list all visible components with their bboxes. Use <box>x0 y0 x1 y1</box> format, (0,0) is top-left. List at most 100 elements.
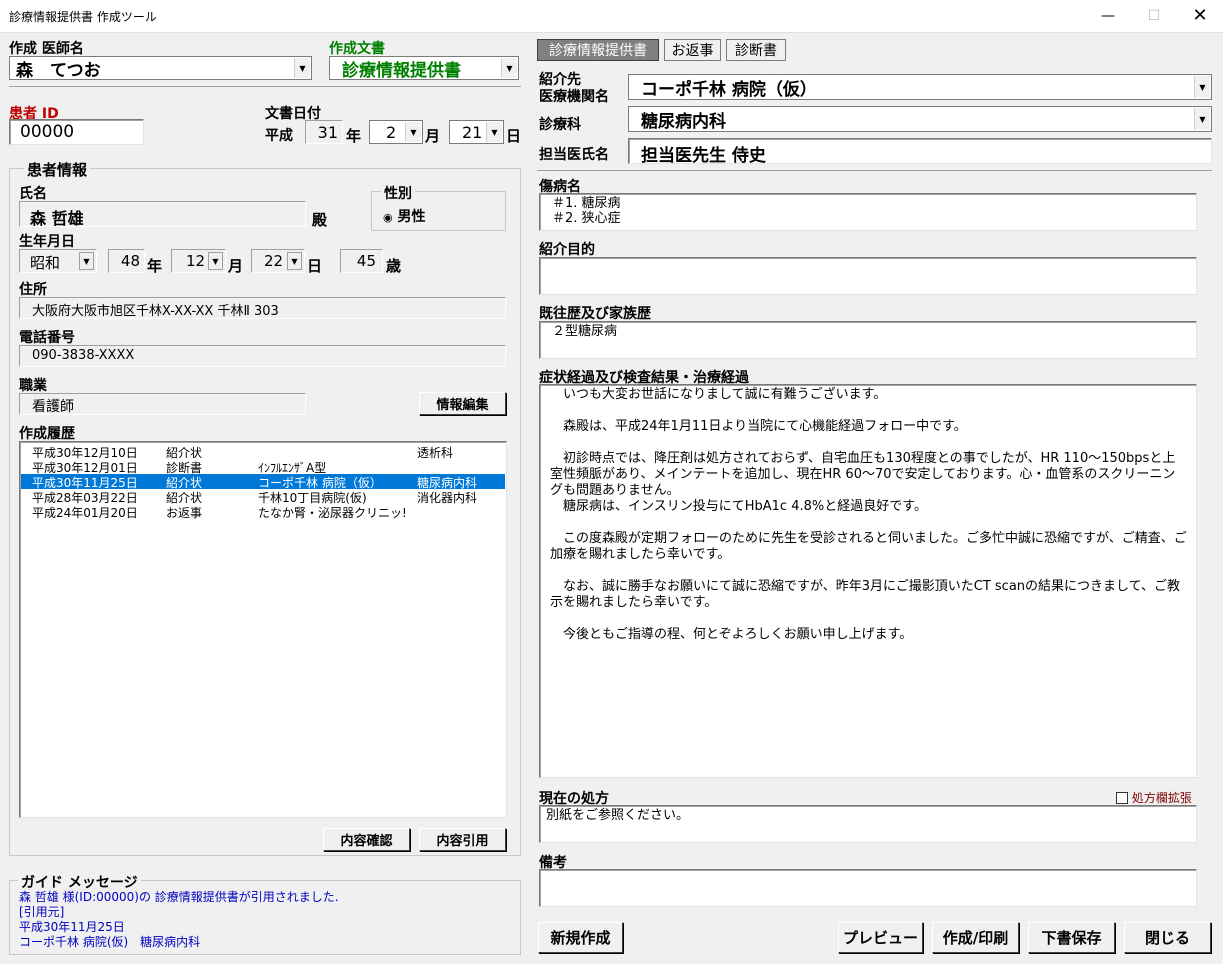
past-history-label: 既往歴及び家族歴 <box>539 306 651 322</box>
dept-value: 糖尿病内科 <box>641 111 726 132</box>
history-cell-hospital: たなか腎・泌尿器クリニッ! <box>258 506 407 520</box>
attending-input[interactable]: 担当医先生 侍史 <box>628 138 1212 166</box>
window-title: 診療情報提供書 作成ツール <box>9 10 157 24</box>
date-day-select[interactable]: 21 ▼ <box>449 120 504 144</box>
purpose-textarea[interactable] <box>539 257 1197 295</box>
history-list[interactable]: 平成30年12月10日 紹介状 透析科 平成30年12月01日 診断書 ｲﾝﾌﾙｴﾝｻﾞA… <box>19 441 507 818</box>
ref-label-line: 紹介先 <box>539 72 581 88</box>
checkbox-icon[interactable] <box>1116 792 1128 804</box>
date-month-value: 2 <box>386 122 397 142</box>
ref-institution-value: コーポ千林 病院（仮） <box>641 79 817 100</box>
chevron-down-icon[interactable]: ▼ <box>501 58 517 78</box>
date-year-input[interactable]: 31 <box>305 120 343 144</box>
address-label: 住所 <box>19 282 47 298</box>
confirm-content-button[interactable]: 内容確認 <box>323 828 410 851</box>
birth-day-value: 22 <box>264 252 284 270</box>
quote-content-button[interactable]: 内容引用 <box>419 828 506 851</box>
date-era: 平成 <box>265 128 293 144</box>
date-month-unit: 月 <box>425 127 441 145</box>
maximize-icon[interactable]: ☐ <box>1131 0 1177 32</box>
save-draft-button[interactable]: 下書保存 <box>1028 922 1115 953</box>
phone-field: 090-3838-XXXX <box>19 345 506 367</box>
phone-label: 電話番号 <box>19 330 75 346</box>
tab-referral[interactable]: 診療情報提供書 <box>537 39 659 61</box>
radio-checked-icon: ◉ <box>383 211 393 224</box>
sex-label: 性別 <box>381 183 415 203</box>
date-month-select[interactable]: 2 ▼ <box>369 120 423 144</box>
birth-label: 生年月日 <box>19 234 75 250</box>
chevron-down-icon[interactable]: ▼ <box>405 122 421 142</box>
date-year-unit: 年 <box>346 127 362 145</box>
rx-expand-label: 処方欄拡張 <box>1131 791 1192 805</box>
history-label: 作成履歴 <box>19 426 75 442</box>
close-button[interactable]: 閉じる <box>1124 922 1211 953</box>
history-cell-date: 平成24年01月20日 <box>32 506 138 520</box>
rx-expand-checkbox[interactable]: 処方欄拡張 <box>1116 789 1192 806</box>
ref-institution-label: 紹介先 医療機関名 <box>539 72 609 106</box>
minimize-icon[interactable]: — <box>1085 0 1131 32</box>
address-field: 大阪府大阪市旭区千林X-XX-XX 千林Ⅱ 303 <box>19 297 506 319</box>
chevron-down-icon[interactable]: ▼ <box>208 252 223 270</box>
chevron-down-icon[interactable]: ▼ <box>1194 108 1210 130</box>
birth-day-select[interactable]: 22 ▼ <box>251 249 305 273</box>
guide-line: コーポ千林 病院(仮) 糖尿病内科 <box>19 935 201 949</box>
tab-reply[interactable]: お返事 <box>664 39 721 61</box>
birth-month-value: 12 <box>186 252 206 270</box>
edit-info-button[interactable]: 情報編集 <box>419 392 506 415</box>
course-textarea[interactable]: いつも大変お世話になりまして誠に有難うございます。 森殿は、平成24年1月11日… <box>539 384 1197 778</box>
job-label: 職業 <box>19 378 47 394</box>
birth-era-select[interactable]: 昭和 ▼ <box>19 249 97 273</box>
name-label: 氏名 <box>19 186 47 202</box>
history-row[interactable]: 平成30年12月01日 診断書 ｲﾝﾌﾙｴﾝｻﾞA型 <box>21 459 505 475</box>
chevron-down-icon[interactable]: ▼ <box>486 122 502 142</box>
chevron-down-icon[interactable]: ▼ <box>294 58 310 78</box>
dept-label: 診療科 <box>539 117 581 133</box>
purpose-label: 紹介目的 <box>539 242 595 258</box>
doc-type-select[interactable]: 診療情報提供書 ▼ <box>329 56 519 81</box>
title-bar: 診療情報提供書 作成ツール — ☐ ✕ <box>0 0 1223 32</box>
dept-select[interactable]: 糖尿病内科 ▼ <box>628 106 1212 132</box>
divider <box>537 170 1212 171</box>
guide-line: 平成30年11月25日 <box>19 920 125 934</box>
disease-textarea[interactable]: ＃1. 糖尿病 ＃2. 狭心症 <box>539 193 1197 231</box>
doc-type-value: 診療情報提供書 <box>342 60 461 81</box>
history-row[interactable]: 平成30年11月25日 紹介状 コーポ千林 病院（仮） 糖尿病内科 <box>21 474 505 490</box>
patient-id-input[interactable]: 00000 <box>9 119 144 145</box>
preview-button[interactable]: プレビュー <box>838 922 923 953</box>
honorific: 殿 <box>312 211 328 229</box>
doctor-select[interactable]: 森 てつお ▼ <box>9 56 312 81</box>
tab-certificate[interactable]: 診断書 <box>726 39 786 61</box>
history-row[interactable]: 平成24年01月20日 お返事 たなか腎・泌尿器クリニッ! <box>21 504 505 520</box>
divider <box>9 86 521 87</box>
sex-radio[interactable]: ◉ 男性 <box>383 206 425 226</box>
print-button[interactable]: 作成/印刷 <box>932 922 1019 953</box>
sex-value: 男性 <box>397 209 426 225</box>
history-cell-type: お返事 <box>166 506 203 520</box>
past-history-textarea[interactable]: ２型糖尿病 <box>539 321 1197 359</box>
chevron-down-icon[interactable]: ▼ <box>287 252 302 270</box>
age-unit: 歳 <box>386 257 402 275</box>
patient-info-title: 患者情報 <box>24 159 91 180</box>
chevron-down-icon[interactable]: ▼ <box>1194 76 1210 98</box>
date-day-value: 21 <box>462 122 483 142</box>
guide-line: 森 哲雄 様(ID:00000)の 診療情報提供書が引用されました. <box>19 890 339 904</box>
birth-month-select[interactable]: 12 ▼ <box>171 249 226 273</box>
divider <box>0 32 1223 33</box>
guide-message: 森 哲雄 様(ID:00000)の 診療情報提供書が引用されました. [引用元]… <box>19 890 339 950</box>
doctor-value: 森 てつお <box>16 60 101 81</box>
notes-textarea[interactable] <box>539 869 1197 907</box>
prescription-textarea[interactable]: 別紙をご参照ください。 <box>539 805 1197 843</box>
birth-era-value: 昭和 <box>30 254 61 272</box>
new-button[interactable]: 新規作成 <box>538 922 623 953</box>
history-row[interactable]: 平成28年03月22日 紹介状 千林10丁目病院(仮) 消化器内科 <box>21 489 505 505</box>
job-field: 看護師 <box>19 393 306 415</box>
guide-line: [引用元] <box>19 905 65 919</box>
close-icon[interactable]: ✕ <box>1177 0 1223 32</box>
ref-label-line: 医療機関名 <box>539 89 609 105</box>
history-row[interactable]: 平成30年12月10日 紹介状 透析科 <box>21 444 505 460</box>
chevron-down-icon[interactable]: ▼ <box>79 252 94 270</box>
birth-year-unit: 年 <box>147 257 163 275</box>
birth-month-unit: 月 <box>228 257 244 275</box>
ref-institution-select[interactable]: コーポ千林 病院（仮） ▼ <box>628 74 1212 100</box>
date-day-unit: 日 <box>506 127 522 145</box>
